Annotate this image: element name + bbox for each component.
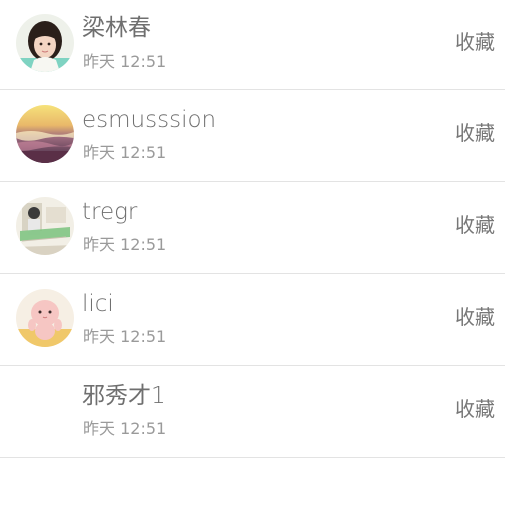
- sunset-beach-avatar-icon[interactable]: [16, 105, 74, 163]
- message-time: 昨天 12:51: [83, 235, 167, 254]
- list-item[interactable]: tregr 昨天 12:51 收藏: [0, 182, 505, 274]
- list-item[interactable]: 梁林春 昨天 12:51 收藏: [0, 0, 505, 90]
- contact-name: 邪秀才1: [82, 383, 166, 409]
- favorite-button[interactable]: 收藏: [455, 212, 495, 238]
- empty-avatar-icon[interactable]: [16, 381, 74, 439]
- message-time: 昨天 12:51: [83, 419, 167, 438]
- list-item[interactable]: esmusssion 昨天 12:51 收藏: [0, 90, 505, 182]
- girl-portrait-avatar-icon[interactable]: [16, 14, 74, 72]
- contact-name: lici: [82, 291, 114, 317]
- favorite-button[interactable]: 收藏: [455, 396, 495, 422]
- message-time: 昨天 12:51: [83, 52, 167, 71]
- list-item[interactable]: 邪秀才1 昨天 12:51 收藏: [0, 366, 505, 458]
- contact-name: 梁林春: [82, 15, 151, 41]
- sketch-scene-avatar-icon[interactable]: [16, 197, 74, 255]
- list-item[interactable]: lici 昨天 12:51 收藏: [0, 274, 505, 366]
- favorite-button[interactable]: 收藏: [455, 304, 495, 330]
- contact-list: 梁林春 昨天 12:51 收藏 esmusssion 昨天 12:51 收藏 t…: [0, 0, 505, 458]
- message-time: 昨天 12:51: [83, 327, 167, 346]
- favorite-button[interactable]: 收藏: [455, 120, 495, 146]
- contact-name: tregr: [82, 199, 138, 225]
- favorite-button[interactable]: 收藏: [455, 29, 495, 55]
- message-time: 昨天 12:51: [83, 143, 167, 162]
- contact-name: esmusssion: [82, 107, 217, 133]
- baby-doll-avatar-icon[interactable]: [16, 289, 74, 347]
